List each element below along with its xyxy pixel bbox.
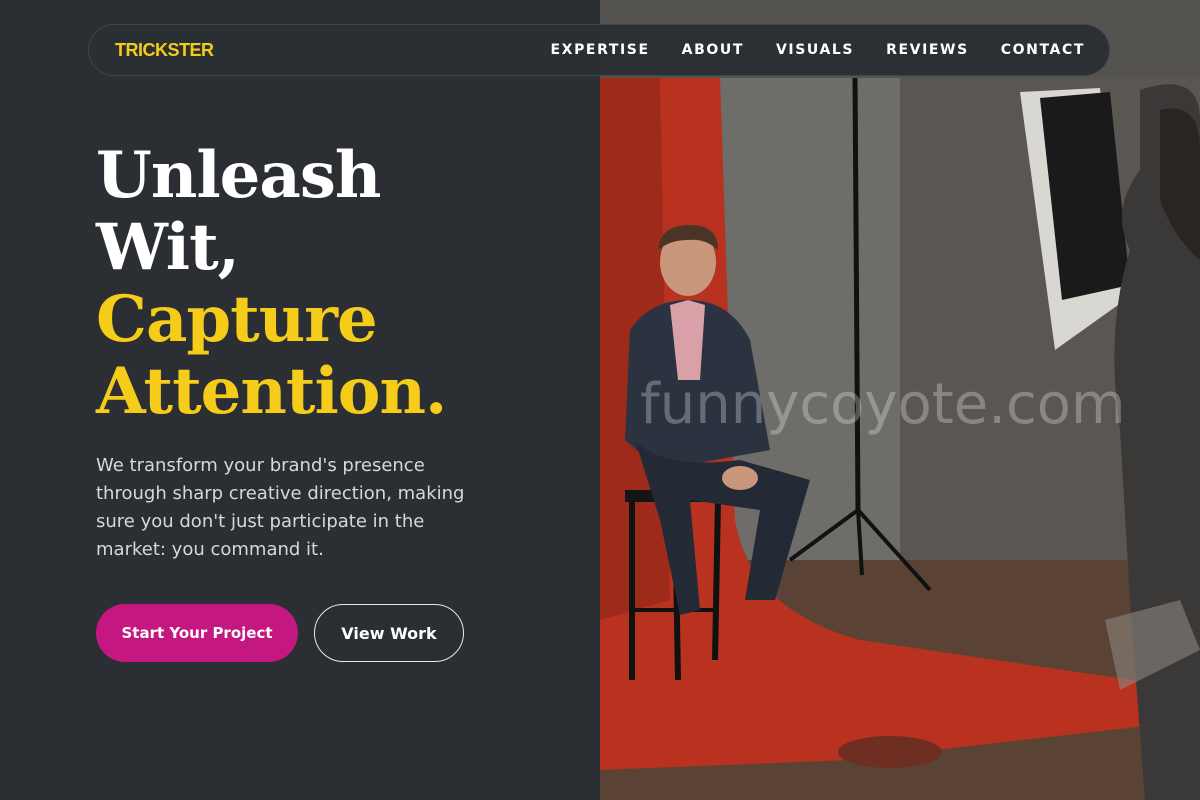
view-work-button[interactable]: View Work [314,604,464,662]
shoes [838,736,942,768]
nav-link-about[interactable]: ABOUT [682,42,744,58]
hero-buttons: Start Your Project View Work [96,604,536,662]
headline-line-4: Attention. [96,354,447,429]
nav-link-reviews[interactable]: REVIEWS [886,42,969,58]
hero-section: Unleash Wit, Capture Attention. We trans… [96,140,536,662]
nav-link-expertise[interactable]: EXPERTISE [551,42,650,58]
man-hands [722,466,758,490]
nav-link-contact[interactable]: CONTACT [1001,42,1085,58]
nav-links: EXPERTISE ABOUT VISUALS REVIEWS CONTACT [551,42,1085,58]
hero-subtext: We transform your brand's presence throu… [96,455,465,560]
headline-line-1: Unleash [96,138,381,213]
light-stand-pole [852,77,861,511]
watermark: funnycoyote.com [640,372,1126,437]
hero-headline: Unleash Wit, Capture Attention. [96,140,536,428]
page: TRICKSTER EXPERTISE ABOUT VISUALS REVIEW… [0,0,1200,800]
brand-logo[interactable]: TRICKSTER [115,40,214,61]
start-project-button[interactable]: Start Your Project [96,604,298,662]
headline-line-2: Wit, [96,210,240,285]
stool-leg [712,499,721,661]
nav-link-visuals[interactable]: VISUALS [776,42,854,58]
headline-line-3: Capture [96,282,378,357]
navbar: TRICKSTER EXPERTISE ABOUT VISUALS REVIEW… [88,24,1110,76]
